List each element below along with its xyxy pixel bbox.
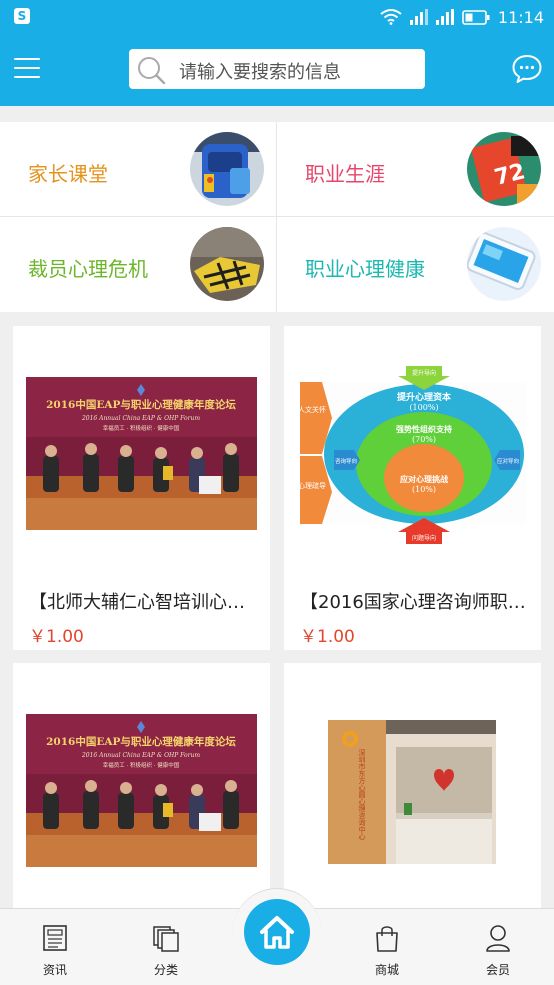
shopping-bag-icon (376, 926, 398, 952)
category-icon (153, 926, 179, 952)
category-occupational-health[interactable]: 职业心理健康 (277, 217, 553, 311)
category-career[interactable]: 职业生涯 72 (277, 122, 553, 216)
category-label: 家长课堂 (28, 162, 108, 186)
category-label: 裁员心理危机 (28, 257, 148, 281)
product-card[interactable]: 提升心理资本 (100%) 强势性组织支持 (70%) 应对心理挑战 (10%)… (284, 326, 541, 650)
hamburger-menu-icon[interactable] (12, 54, 42, 84)
user-icon (486, 925, 510, 952)
category-layoff-crisis[interactable]: 裁员心理危机 (0, 217, 276, 311)
nav-news[interactable]: 资讯 (15, 909, 95, 985)
wifi-icon (380, 9, 402, 25)
status-time: 11:14 (497, 7, 544, 27)
ring-pct: (100%) (409, 403, 438, 412)
wall-text: 深圳市东方心圆心理咨询中心 (358, 748, 366, 840)
product-image: 提升心理资本 (100%) 强势性组织支持 (70%) 应对心理挑战 (10%)… (284, 326, 541, 576)
search-placeholder: 请输入要搜索的信息 (179, 62, 341, 83)
product-title: 【2016国家心理咨询师职… (300, 592, 526, 613)
nav-category[interactable]: 分类 (126, 909, 206, 985)
home-button[interactable] (244, 899, 310, 965)
ring-label: 强势性组织支持 (396, 424, 452, 434)
app-screen: S 11:14 请输入要搜索的信息 家长课堂 职业生涯 72 裁员心理危机 职业… (0, 0, 554, 985)
product-price: ￥1.00 (300, 627, 355, 647)
nav-member[interactable]: 会员 (458, 909, 538, 985)
app-header: 请输入要搜索的信息 (0, 34, 554, 106)
product-price: ￥1.00 (29, 627, 84, 647)
side-label: 应对导向 (497, 457, 519, 465)
product-card[interactable]: 深圳市东方心圆心理咨询中心 (284, 663, 541, 908)
side-label: 咨询导向 (335, 457, 357, 465)
category-thumbnail (190, 132, 264, 206)
side-label: 人文关怀 (298, 405, 326, 414)
nav-label: 资讯 (42, 963, 67, 977)
category-grid: 家长课堂 职业生涯 72 裁员心理危机 职业心理健康 (0, 122, 554, 312)
search-icon (138, 57, 166, 85)
category-label: 职业心理健康 (305, 257, 425, 281)
product-title: 【北师大辅仁心智培训心… (29, 592, 245, 613)
ring-pct: (10%) (412, 485, 436, 494)
banner-title: 2016中国EAP与职业心理健康年度论坛 (46, 398, 236, 411)
nav-label: 商城 (374, 963, 399, 977)
banner-tagline: 幸福员工 · 积极组织 · 健康中国 (103, 424, 180, 432)
nav-label: 分类 (153, 963, 178, 977)
search-input[interactable]: 请输入要搜索的信息 (129, 49, 425, 89)
news-icon (43, 925, 67, 951)
ring-label: 应对心理挑战 (400, 474, 448, 484)
product-card[interactable]: 2016中国EAP与职业心理健康年度论坛 2016 Annual China E… (13, 663, 270, 908)
product-image: 深圳市东方心圆心理咨询中心 (284, 663, 541, 913)
product-card[interactable]: 2016中国EAP与职业心理健康年度论坛 2016 Annual China E… (13, 326, 270, 650)
ring-pct: (70%) (412, 435, 436, 444)
nav-mall[interactable]: 商城 (347, 909, 427, 985)
category-label: 职业生涯 (305, 162, 385, 186)
arrow-label: 问题导向 (412, 534, 436, 542)
app-badge-icon: S (14, 8, 30, 24)
banner-subtitle: 2016 Annual China EAP & OHP Forum (81, 752, 200, 759)
category-thumbnail (190, 227, 264, 301)
chat-bubble-icon[interactable] (511, 53, 543, 85)
home-icon (260, 916, 294, 949)
signal-icon (409, 9, 428, 25)
banner-tagline: 幸福员工 · 积极组织 · 健康中国 (103, 761, 180, 769)
arrow-label: 提升导向 (412, 369, 436, 377)
banner-title: 2016中国EAP与职业心理健康年度论坛 (46, 735, 236, 748)
category-thumbnail (467, 227, 541, 301)
product-image: 2016中国EAP与职业心理健康年度论坛 2016 Annual China E… (13, 663, 270, 913)
signal-icon (435, 9, 454, 25)
side-label: 心理疏导 (298, 481, 326, 490)
nav-label: 会员 (485, 963, 510, 977)
banner-subtitle: 2016 Annual China EAP & OHP Forum (81, 415, 200, 422)
product-image: 2016中国EAP与职业心理健康年度论坛 2016 Annual China E… (13, 326, 270, 576)
category-parent-class[interactable]: 家长课堂 (0, 122, 276, 216)
category-thumbnail: 72 (467, 132, 541, 206)
status-bar: S 11:14 (0, 0, 554, 34)
battery-icon (462, 9, 490, 25)
ring-label: 提升心理资本 (397, 391, 452, 403)
